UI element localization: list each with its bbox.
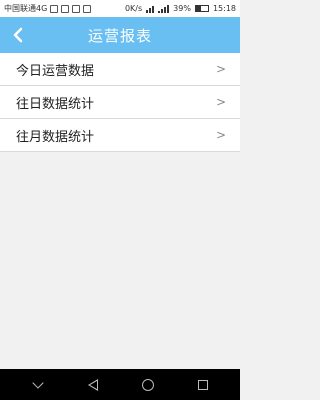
recents-button[interactable] xyxy=(190,372,216,398)
wifi-icon xyxy=(146,5,155,13)
home-button[interactable] xyxy=(135,372,161,398)
battery-icon xyxy=(194,5,209,12)
signal-icon xyxy=(158,4,170,13)
system-back-button[interactable] xyxy=(80,372,106,398)
battery-percent: 39% xyxy=(173,4,191,13)
recents-square-icon xyxy=(197,379,208,390)
network-speed: 0K/s xyxy=(124,4,143,13)
chevron-down-icon xyxy=(31,376,44,389)
clock: 15:18 xyxy=(212,4,236,13)
menu-item-label: 往日数据统计 xyxy=(16,96,95,112)
back-triangle-icon xyxy=(87,378,98,391)
chevron-right-icon: > xyxy=(215,128,226,142)
chevron-right-icon: > xyxy=(215,62,226,76)
menu-item-past-months[interactable]: 往月数据统计 > xyxy=(0,119,240,152)
home-circle-icon xyxy=(141,378,154,391)
system-navigation-bar xyxy=(0,369,240,400)
menu-item-label: 今日运营数据 xyxy=(16,63,95,79)
app-notification-icon-2 xyxy=(83,4,92,13)
menu-item-today[interactable]: 今日运营数据 > xyxy=(0,53,240,86)
menu-item-past-days[interactable]: 往日数据统计 > xyxy=(0,86,240,119)
back-button[interactable] xyxy=(6,23,30,47)
notification-icon xyxy=(50,4,59,13)
chevron-left-icon xyxy=(13,27,23,43)
status-left: 中国联通4G xyxy=(4,3,125,14)
empty-content-area xyxy=(0,155,240,369)
status-bar: 中国联通4G 0K/s 39% 15:18 xyxy=(0,0,240,17)
report-menu-list: 今日运营数据 > 往日数据统计 > 往月数据统计 > xyxy=(0,53,240,152)
image-icon xyxy=(61,4,70,13)
page-title: 运营报表 xyxy=(87,26,152,45)
chevron-right-icon: > xyxy=(215,95,226,109)
app-notification-icon xyxy=(72,4,81,13)
hide-nav-button[interactable] xyxy=(25,372,51,398)
status-right: 0K/s 39% 15:18 xyxy=(125,4,236,13)
carrier-label: 中国联通4G xyxy=(4,4,48,13)
menu-item-label: 往月数据统计 xyxy=(16,129,95,145)
header-bar: 运营报表 xyxy=(0,17,240,53)
